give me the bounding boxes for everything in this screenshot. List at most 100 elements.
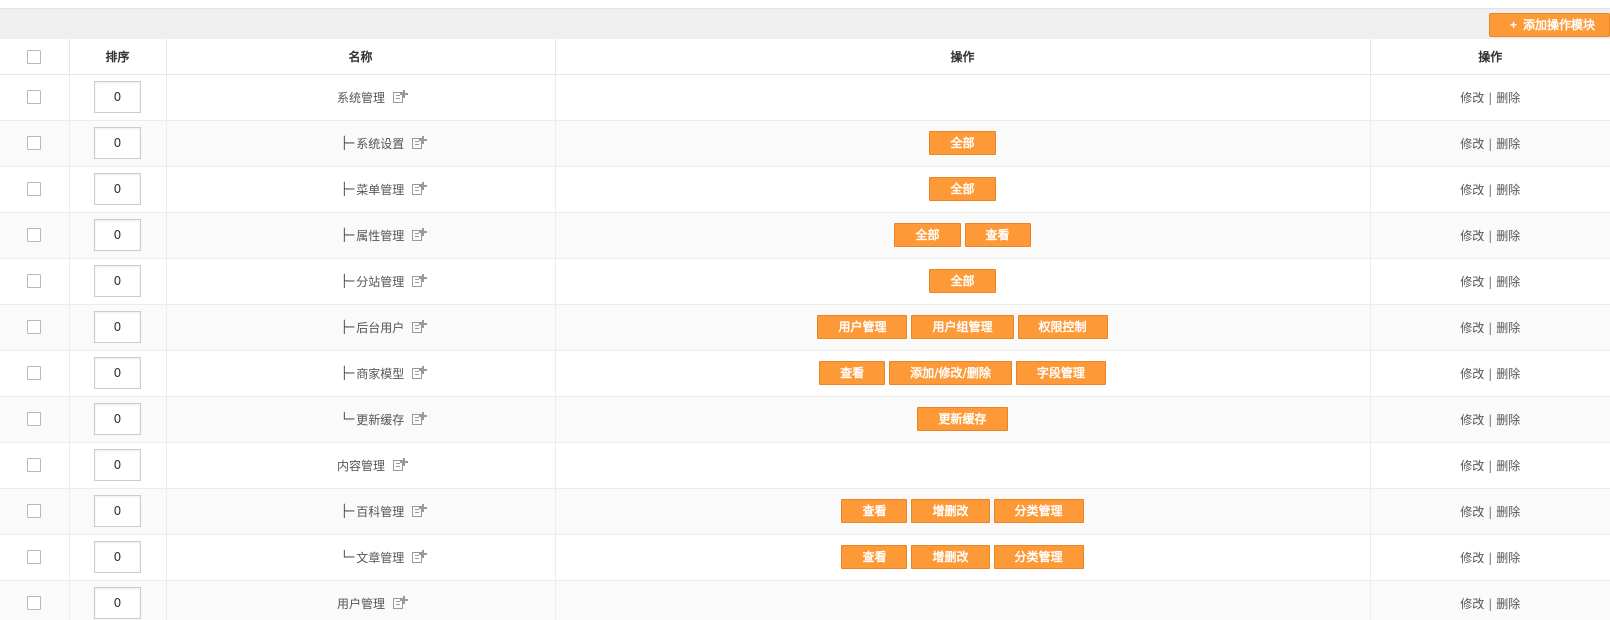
edit-link[interactable]: 修改 xyxy=(1460,229,1484,243)
row-select-cell xyxy=(0,74,70,121)
row-checkbox[interactable] xyxy=(27,550,42,565)
row-checkbox[interactable] xyxy=(27,504,42,519)
add-module-button[interactable]: + 添加操作模块 xyxy=(1488,13,1610,37)
sort-input[interactable] xyxy=(94,173,141,205)
row-checkbox[interactable] xyxy=(27,366,42,381)
table-row: ├─属性管理 全部查看 修改 |删除 xyxy=(0,212,1610,259)
add-child-icon[interactable] xyxy=(393,90,409,104)
delete-link[interactable]: 删除 xyxy=(1496,551,1520,565)
delete-link[interactable]: 删除 xyxy=(1496,321,1520,335)
sort-cell xyxy=(69,396,167,443)
edit-link[interactable]: 修改 xyxy=(1460,367,1484,381)
sort-input[interactable] xyxy=(94,357,141,389)
sort-input[interactable] xyxy=(94,587,141,619)
edit-link[interactable]: 修改 xyxy=(1460,321,1484,335)
delete-link[interactable]: 删除 xyxy=(1496,505,1520,519)
operation-button[interactable]: 全部 xyxy=(929,131,996,155)
operation-button[interactable]: 查看 xyxy=(964,223,1031,247)
sort-input[interactable] xyxy=(94,81,141,113)
row-select-cell xyxy=(0,396,70,443)
delete-link[interactable]: 删除 xyxy=(1496,597,1520,611)
add-child-icon[interactable] xyxy=(393,596,409,610)
edit-link[interactable]: 修改 xyxy=(1460,505,1484,519)
delete-link[interactable]: 删除 xyxy=(1496,367,1520,381)
tree-branch: ├─ xyxy=(340,320,354,334)
actions-cell: 修改 | 删除 xyxy=(1370,534,1610,581)
row-checkbox[interactable] xyxy=(27,458,42,473)
operation-button[interactable]: 分类管理 xyxy=(993,499,1084,523)
row-checkbox[interactable] xyxy=(27,90,42,105)
row-checkbox[interactable] xyxy=(27,412,42,427)
row-checkbox[interactable] xyxy=(27,182,42,197)
edit-link[interactable]: 修改 xyxy=(1460,91,1484,105)
add-child-icon[interactable] xyxy=(412,412,428,426)
add-child-icon[interactable] xyxy=(412,504,428,518)
operation-button[interactable]: 更新缓存 xyxy=(917,407,1008,431)
edit-link[interactable]: 修改 xyxy=(1460,183,1484,197)
operation-button[interactable]: 查看 xyxy=(841,545,908,569)
delete-link[interactable]: 删除 xyxy=(1496,91,1520,105)
sort-input[interactable] xyxy=(94,265,141,297)
add-child-icon[interactable] xyxy=(412,550,428,564)
row-select-cell xyxy=(0,442,70,489)
sort-input[interactable] xyxy=(94,403,141,435)
row-checkbox[interactable] xyxy=(27,136,42,151)
name-cell: ├─ 商家模型 xyxy=(166,350,556,397)
select-all-checkbox[interactable] xyxy=(27,49,42,64)
operations-cell: 更新缓存 xyxy=(555,396,1371,443)
sort-input[interactable] xyxy=(94,495,141,527)
sort-input[interactable] xyxy=(94,219,141,251)
actions-cell: 修改 | 删除 xyxy=(1370,212,1610,259)
operation-button[interactable]: 字段管理 xyxy=(1015,361,1106,385)
delete-link[interactable]: 删除 xyxy=(1496,229,1520,243)
operations-cell: 全部 xyxy=(555,258,1371,305)
edit-link[interactable]: 修改 xyxy=(1460,459,1484,473)
row-checkbox[interactable] xyxy=(27,274,42,289)
operation-button[interactable]: 全部 xyxy=(929,177,996,201)
operation-button[interactable]: 增删改 xyxy=(911,499,990,523)
delete-link[interactable]: 删除 xyxy=(1496,275,1520,289)
operation-button[interactable]: 查看 xyxy=(819,361,886,385)
sort-cell xyxy=(69,74,167,121)
delete-link[interactable]: 删除 xyxy=(1496,459,1520,473)
sort-input[interactable] xyxy=(94,127,141,159)
operation-button[interactable]: 分类管理 xyxy=(993,545,1084,569)
edit-link[interactable]: 修改 xyxy=(1460,551,1484,565)
add-child-icon[interactable] xyxy=(412,136,428,150)
delete-link[interactable]: 删除 xyxy=(1496,183,1520,197)
name-cell: ├─ 分站管理 xyxy=(166,258,556,305)
sort-input[interactable] xyxy=(94,449,141,481)
operation-button[interactable]: 全部 xyxy=(929,269,996,293)
operation-button[interactable]: 用户管理 xyxy=(817,315,908,339)
header-operations: 操作 xyxy=(555,39,1371,75)
name-wrap: ├─ 分站管理 xyxy=(293,273,428,290)
sort-input[interactable] xyxy=(94,311,141,343)
edit-link[interactable]: 修改 xyxy=(1460,137,1484,151)
operation-button[interactable]: 查看 xyxy=(841,499,908,523)
row-checkbox[interactable] xyxy=(27,228,42,243)
add-child-icon[interactable] xyxy=(412,228,428,242)
edit-link[interactable]: 修改 xyxy=(1460,597,1484,611)
row-checkbox[interactable] xyxy=(27,596,42,611)
action-separator: | xyxy=(1488,320,1493,335)
operation-button[interactable]: 增删改 xyxy=(911,545,990,569)
add-child-icon[interactable] xyxy=(412,320,428,334)
operations-cell: 查看 添加/修改/删除 字段管理 xyxy=(555,350,1371,397)
add-child-icon[interactable] xyxy=(412,366,428,380)
add-child-icon[interactable] xyxy=(393,458,409,472)
operations-cell xyxy=(555,580,1371,620)
row-checkbox[interactable] xyxy=(27,320,42,335)
module-name: 更新缓存 xyxy=(356,412,405,427)
edit-link[interactable]: 修改 xyxy=(1460,275,1484,289)
operation-button[interactable]: 用户组管理 xyxy=(911,315,1014,339)
add-child-icon[interactable] xyxy=(412,182,428,196)
add-child-icon[interactable] xyxy=(412,274,428,288)
delete-link[interactable]: 删除 xyxy=(1496,137,1520,151)
table-row: ├─商家模型 查看添加/修改/删除字段管理 修改 |删除 xyxy=(0,350,1610,397)
operation-button[interactable]: 添加/修改/删除 xyxy=(889,361,1012,385)
sort-input[interactable] xyxy=(94,541,141,573)
delete-link[interactable]: 删除 xyxy=(1496,413,1520,427)
operation-button[interactable]: 全部 xyxy=(894,223,961,247)
edit-link[interactable]: 修改 xyxy=(1460,413,1484,427)
operation-button[interactable]: 权限控制 xyxy=(1017,315,1108,339)
